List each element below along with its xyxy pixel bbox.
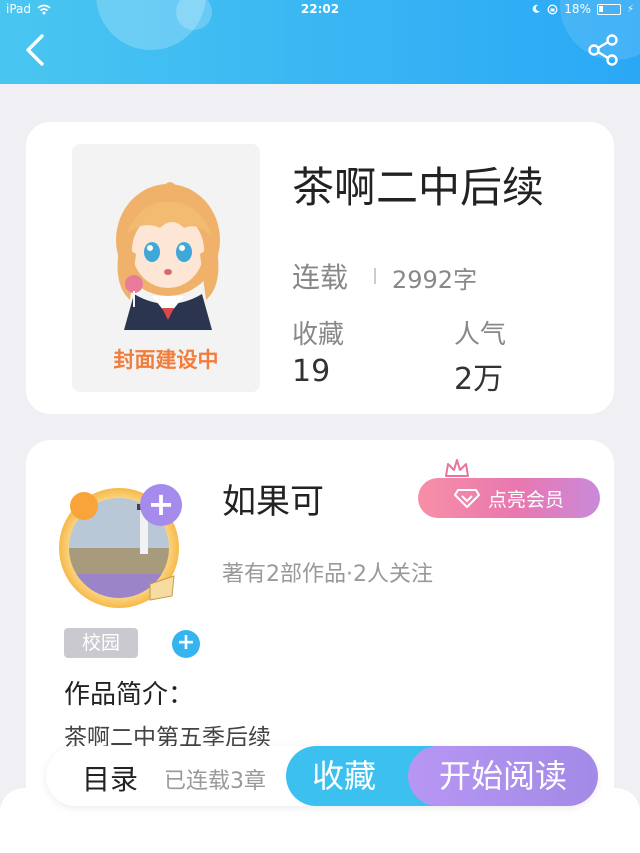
crown-icon	[445, 459, 469, 477]
membership-label: 点亮会员	[487, 488, 564, 511]
popularity-label: 人气	[454, 320, 507, 350]
author-stats: 著有2部作品·2人关注	[222, 562, 433, 587]
start-reading-button[interactable]: 开始阅读	[408, 746, 598, 806]
word-count: 2992字	[392, 266, 478, 294]
add-tag-button[interactable]: +	[172, 630, 200, 658]
book-title: 茶啊二中后续	[292, 163, 545, 212]
top-header: iPad 22:02 18% ⚡	[0, 0, 640, 84]
serial-status: 连载	[292, 261, 349, 294]
bottom-action-bar: 目录 已连载3章 收藏 开始阅读	[46, 746, 598, 806]
moon-icon	[532, 4, 541, 13]
diamond-icon	[453, 489, 480, 508]
battery-icon	[596, 3, 621, 15]
follow-author-button[interactable]: +	[140, 484, 182, 526]
cover-caption: 封面建设中	[113, 348, 219, 372]
back-arrow-icon[interactable]	[20, 32, 52, 68]
book-info-card: 封面建设中 茶啊二中后续 连载 2992字 收藏 19 人气 2万	[26, 122, 614, 414]
charging-icon: ⚡	[626, 3, 634, 15]
genre-tag[interactable]: 校园	[64, 628, 138, 658]
share-icon[interactable]	[586, 33, 620, 67]
battery-percent: 18%	[564, 2, 591, 16]
favorites-value: 19	[292, 354, 331, 389]
divider	[374, 268, 376, 284]
book-cover[interactable]: 封面建设中	[72, 144, 260, 392]
favorites-label: 收藏	[292, 320, 345, 350]
anime-girl-illustration	[116, 182, 220, 330]
orientation-lock-icon	[547, 4, 558, 14]
status-bar: iPad 22:02 18% ⚡	[0, 0, 640, 20]
popularity-value: 2万	[454, 362, 504, 397]
chapter-count: 已连载3章	[164, 769, 266, 794]
toc-button[interactable]: 目录	[82, 758, 138, 798]
synopsis-title: 作品简介：	[64, 680, 195, 710]
author-name: 如果可	[222, 482, 324, 522]
light-up-membership-button[interactable]: 点亮会员	[418, 478, 600, 518]
